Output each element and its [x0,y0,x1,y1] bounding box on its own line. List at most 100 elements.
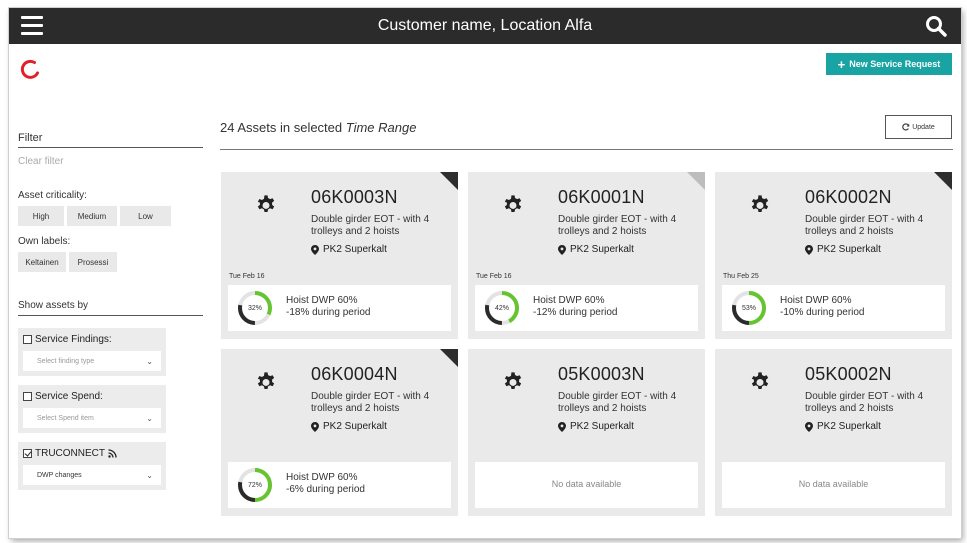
brand-logo-icon [20,59,39,79]
service-findings-filter: Service Findings: Select finding type ⌄ [18,328,166,376]
data-date: Tue Feb 16 [229,273,265,280]
gear-icon [255,371,277,393]
asset-location-text: PK2 Superkalt [323,421,387,432]
asset-location: PK2 Superkalt [805,421,881,432]
asset-card[interactable]: 06K0002N Double girder EOT - with 4 trol… [715,172,952,339]
spend-item-select[interactable]: Select Spend item ⌄ [23,408,161,428]
clear-filter-link[interactable]: Clear filter [18,156,203,167]
gear-icon [502,194,524,216]
card-flag-icon [440,172,458,190]
asset-card[interactable]: 06K0001N Double girder EOT - with 4 trol… [468,172,705,339]
asset-card[interactable]: 06K0004N Double girder EOT - with 4 trol… [221,349,458,516]
rss-icon [108,449,117,458]
truconnect-label: TRUCONNECT [35,448,105,459]
update-button[interactable]: Update [885,115,952,139]
criticality-high-button[interactable]: High [18,206,64,226]
asset-location-text: PK2 Superkalt [817,244,881,255]
service-spend-label: Service Spend: [35,391,103,402]
asset-description: Double girder EOT - with 4 trolleys and … [311,214,430,237]
finding-type-placeholder: Select finding type [37,357,95,365]
card-flag-icon [934,172,952,190]
criticality-medium-button[interactable]: Medium [67,206,117,226]
dwp-metric: Hoist DWP 60% [780,295,852,306]
gear-icon [255,194,277,216]
asset-description: Double girder EOT - with 4 trolleys and … [805,214,924,237]
asset-location-text: PK2 Superkalt [570,244,634,255]
new-service-request-button[interactable]: + New Service Request [826,53,952,75]
asset-id: 06K0002N [805,187,892,207]
asset-id: 06K0001N [558,187,645,207]
asset-card[interactable]: 05K0002N Double girder EOT - with 4 trol… [715,349,952,516]
dwp-panel: 42% Hoist DWP 60% -12% during period [475,285,698,331]
location-pin-icon [558,422,566,432]
finding-type-select[interactable]: Select finding type ⌄ [23,351,161,371]
dwp-panel: 53% Hoist DWP 60% -10% during period [722,285,945,331]
asset-criticality-label: Asset criticality: [18,190,87,201]
label-keltainen-button[interactable]: Keltainen [18,252,66,272]
label-prosessi-button[interactable]: Prosessi [69,252,117,272]
asset-id: 06K0003N [311,187,398,207]
criticality-low-button[interactable]: Low [120,206,171,226]
dwp-percent: 72% [247,481,262,489]
asset-description: Double girder EOT - with 4 trolleys and … [805,391,924,414]
location-pin-icon [558,245,566,255]
asset-location: PK2 Superkalt [558,244,634,255]
filter-heading: Filter [18,132,203,148]
truconnect-selected-value: DWP changes [37,471,82,479]
asset-card[interactable]: 05K0003N Double girder EOT - with 4 trol… [468,349,705,516]
gear-icon [502,371,524,393]
service-spend-checkbox[interactable] [23,392,32,401]
asset-location-text: PK2 Superkalt [817,421,881,432]
app-window: Customer name, Location Alfa + New Servi… [9,8,961,538]
truconnect-filter: TRUCONNECT DWP changes ⌄ [18,442,166,490]
no-data-text: No data available [551,479,622,489]
asset-id: 06K0004N [311,364,398,384]
dwp-metric: Hoist DWP 60% [533,295,605,306]
asset-location: PK2 Superkalt [805,244,881,255]
dwp-panel: 72% Hoist DWP 60% -6% during period [228,462,451,508]
gear-icon [749,194,771,216]
show-assets-heading: Show assets by [18,300,203,316]
asset-card[interactable]: 06K0003N Double girder EOT - with 4 trol… [221,172,458,339]
dwp-panel: No data available [722,462,945,508]
chevron-down-icon: ⌄ [146,413,153,423]
dwp-percent: 32% [247,304,262,312]
location-pin-icon [805,422,813,432]
asset-description: Double girder EOT - with 4 trolleys and … [558,391,677,414]
service-findings-checkbox[interactable] [23,335,32,344]
asset-location: PK2 Superkalt [311,421,387,432]
truconnect-checkbox[interactable] [23,449,32,458]
data-date: Thu Feb 25 [723,273,759,280]
asset-description: Double girder EOT - with 4 trolleys and … [558,214,677,237]
card-flag-icon [687,172,705,190]
time-range-text[interactable]: Time Range [346,120,417,135]
asset-location: PK2 Superkalt [311,244,387,255]
filter-sidebar: Filter Clear filter Asset criticality: H… [18,132,203,490]
top-bar: Customer name, Location Alfa [9,8,961,44]
assets-heading: 24 Assets in selected Time Range [220,120,416,135]
dwp-percent: 42% [494,304,509,312]
truconnect-select[interactable]: DWP changes ⌄ [23,465,161,485]
new-service-request-label: New Service Request [849,59,941,69]
service-findings-label: Service Findings: [35,334,112,345]
page-title: Customer name, Location Alfa [377,17,593,34]
dwp-panel: 32% Hoist DWP 60% -18% during period [228,285,451,331]
dwp-change: -18% during period [286,307,371,318]
dwp-metric: Hoist DWP 60% [286,295,358,306]
asset-location: PK2 Superkalt [558,421,634,432]
card-flag-icon [440,349,458,367]
chevron-down-icon: ⌄ [146,356,153,366]
location-pin-icon [311,422,319,432]
gear-icon [749,371,771,393]
location-pin-icon [805,245,813,255]
data-date: Tue Feb 16 [476,273,512,280]
search-icon[interactable] [925,15,947,37]
update-label: Update [912,123,935,131]
plus-icon: + [837,56,846,72]
dwp-panel: No data available [475,462,698,508]
asset-id: 05K0003N [558,364,645,384]
dwp-percent: 53% [741,304,756,312]
asset-location-text: PK2 Superkalt [323,244,387,255]
spend-item-placeholder: Select Spend item [37,414,94,422]
dwp-change: -10% during period [780,307,865,318]
